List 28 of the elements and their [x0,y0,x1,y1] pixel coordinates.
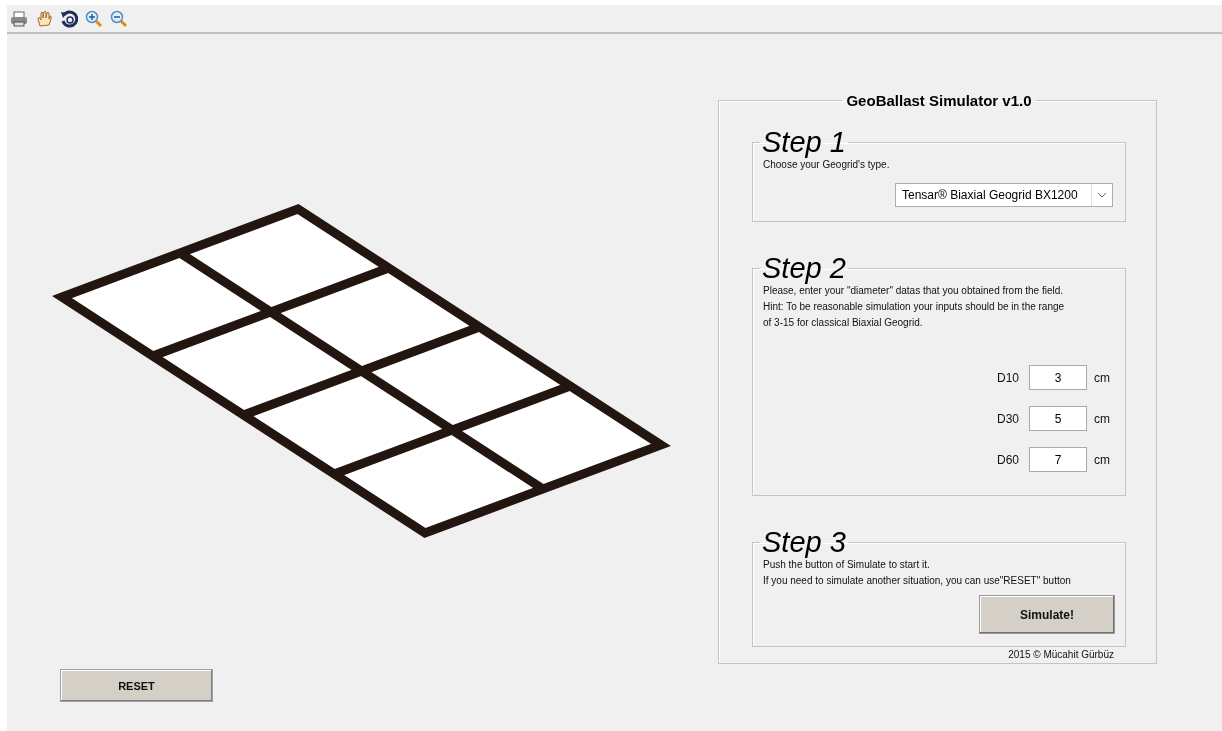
diameter-field[interactable]: 3 [1029,365,1087,390]
zoom-out-icon [110,9,128,28]
rotate-icon [60,9,78,28]
field-label: D30 [997,411,1019,426]
reset-button[interactable]: RESET [60,669,213,702]
chevron-down-icon [1097,192,1107,198]
unit-label: cm [1094,411,1111,426]
zoom-out-button[interactable] [110,9,128,28]
diameter-field[interactable]: 5 [1029,406,1087,431]
instruction-text: Choose your Geogrid's type. [763,158,891,172]
instruction-text: Please, enter your "diameter" datas that you obtained from the field. Hint: To be reasonable simulation your inputs should be in the range of 3-15 for classical Biaxial Geogrid. [763,284,1066,330]
zoom-in-button[interactable] [85,9,103,28]
pan-button[interactable] [35,9,53,28]
geogrid-type-select[interactable]: Tensar® Biaxial Geogrid BX1200 [895,183,1113,207]
diameter-field[interactable]: 7 [1029,447,1087,472]
hand-icon [35,9,53,28]
rotate-button[interactable] [60,9,78,28]
simulate-button[interactable]: Simulate! [979,595,1115,634]
unit-label: cm [1094,370,1111,385]
printer-icon [10,9,28,28]
field-label: D10 [997,370,1019,385]
zoom-in-icon [85,9,103,28]
print-button[interactable] [10,9,28,28]
instruction-text: Push the button of Simulate to start it. If you need to simulate another situation, you can use"RESET" button [763,558,1072,588]
field-label: D60 [997,452,1019,467]
panel-title: GeoBallast Simulator v1.0 [845,92,1033,109]
unit-label: cm [1094,452,1111,467]
copyright-text: 2015 © Mücahit Gürbüz [1008,649,1114,660]
